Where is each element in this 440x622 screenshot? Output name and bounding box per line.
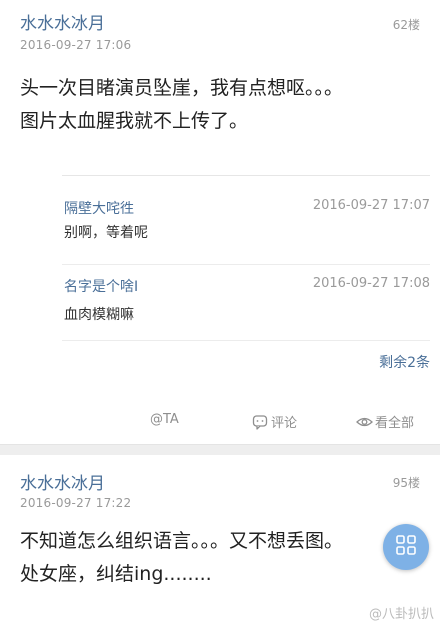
view-all-button[interactable]: 看全部 bbox=[356, 412, 414, 431]
grid-icon bbox=[395, 534, 417, 560]
post-content-line: 不知道怎么组织语言。。。又不想丢图。 bbox=[20, 530, 344, 552]
at-ta-label: @TA bbox=[150, 412, 179, 427]
post-floor-62: 水水水冰月 2016-09-27 17:06 62楼 头一次目睹演员坠崖，我有点… bbox=[0, 0, 440, 444]
post-content-line: 处女座，纠结ing........ bbox=[20, 563, 212, 585]
floor-number: 95楼 bbox=[392, 476, 420, 490]
post-author[interactable]: 水水水冰月 bbox=[20, 469, 105, 494]
post-action-bar: @TA 评论 看全部 bbox=[150, 412, 430, 434]
reply-time: 2016-09-27 17:07 bbox=[312, 198, 430, 213]
comment-label: 评论 bbox=[271, 416, 298, 431]
reply-author[interactable]: 隔壁大咤徃 bbox=[64, 198, 134, 218]
post-content: 头一次目睹演员坠崖，我有点想呕。。。 图片太血腥我就不上传了。 bbox=[20, 72, 430, 138]
reply-item[interactable]: 名字是个啥I 2016-09-27 17:08 血肉模糊嘛 bbox=[62, 264, 430, 341]
post-divider bbox=[0, 444, 440, 455]
reply-list: 隔壁大咤徃 2016-09-27 17:07 别啊，等着呢 名字是个啥I 201… bbox=[62, 175, 430, 375]
reply-text: 别啊，等着呢 bbox=[64, 225, 148, 241]
floor-number: 62楼 bbox=[392, 18, 420, 32]
post-author[interactable]: 水水水冰月 bbox=[20, 9, 105, 34]
reply-item[interactable]: 隔壁大咤徃 2016-09-27 17:07 别啊，等着呢 bbox=[62, 176, 430, 265]
view-all-label: 看全部 bbox=[375, 416, 415, 431]
remaining-replies-link[interactable]: 剩余2条 bbox=[379, 352, 430, 372]
post-content: 不知道怎么组织语言。。。又不想丢图。 处女座，纠结ing........ bbox=[20, 525, 430, 591]
eye-icon bbox=[356, 414, 373, 430]
post-content-line: 头一次目睹演员坠崖，我有点想呕。。。 bbox=[20, 77, 344, 99]
reply-time: 2016-09-27 17:08 bbox=[312, 276, 430, 291]
post-date: 2016-09-27 17:06 bbox=[20, 38, 132, 52]
post-floor-95: 水水水冰月 2016-09-27 17:22 95楼 不知道怎么组织语言。。。又… bbox=[0, 455, 440, 622]
reply-author[interactable]: 名字是个啥I bbox=[64, 276, 138, 296]
comment-button[interactable]: 评论 bbox=[252, 412, 297, 431]
floating-menu-button[interactable] bbox=[383, 524, 429, 570]
watermark: @八卦扒扒 bbox=[368, 607, 434, 622]
post-content-line: 图片太血腥我就不上传了。 bbox=[20, 110, 249, 132]
reply-text: 血肉模糊嘛 bbox=[64, 307, 134, 323]
at-ta-button[interactable]: @TA bbox=[150, 412, 179, 427]
comment-bubble-icon bbox=[252, 414, 268, 430]
post-date: 2016-09-27 17:22 bbox=[20, 496, 132, 510]
